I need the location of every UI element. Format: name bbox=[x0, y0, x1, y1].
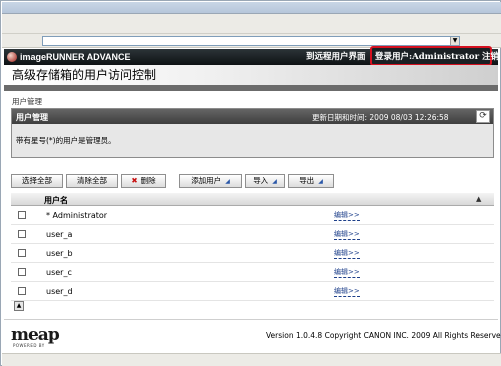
status-bar bbox=[2, 353, 501, 366]
header-banner: imageRUNNER ADVANCE 到远程用户界面 登录用户:Adminis… bbox=[4, 46, 499, 66]
web-page: imageRUNNER ADVANCE 到远程用户界面 登录用户:Adminis… bbox=[4, 46, 501, 365]
table-row: * Administrator 编辑>> bbox=[11, 206, 494, 225]
import-button[interactable]: 导入 ◢ bbox=[245, 174, 285, 188]
edit-link[interactable]: 编辑>> bbox=[334, 249, 360, 259]
title-bar bbox=[2, 2, 501, 14]
table-row: user_b 编辑>> bbox=[11, 244, 494, 263]
edit-link[interactable]: 编辑>> bbox=[334, 268, 360, 278]
table-row: user_a 编辑>> bbox=[11, 225, 494, 244]
table-row: user_d 编辑>> bbox=[11, 282, 494, 301]
username: * Administrator bbox=[46, 211, 108, 220]
dropdown-arrow-icon[interactable]: ▼ bbox=[450, 37, 459, 45]
dropdown-arrow-icon: ◢ bbox=[225, 178, 230, 185]
product-name: imageRUNNER ADVANCE bbox=[20, 52, 131, 62]
delete-x-icon: ✖ bbox=[131, 176, 138, 185]
address-input[interactable]: ▼ bbox=[42, 36, 460, 46]
table-row: user_c 编辑>> bbox=[11, 263, 494, 282]
page-title: 高级存储箱的用户访问控制 bbox=[12, 68, 157, 82]
username: user_b bbox=[46, 249, 73, 258]
delete-button[interactable]: ✖ 删除 bbox=[121, 174, 166, 188]
login-user-logout[interactable]: 登录用户:Administrator 注销 bbox=[375, 51, 499, 63]
row-checkbox[interactable] bbox=[18, 230, 26, 238]
user-management-panel: 用户管理 更新日期和时间: 2009 08/03 12:26:58 ⟳ 带有星号… bbox=[11, 108, 494, 158]
browser-window: ▼ imageRUNNER ADVANCE 到远程用户界面 登录用户:Admin… bbox=[0, 0, 501, 366]
dropdown-arrow-icon: ◢ bbox=[272, 178, 277, 185]
clear-all-button[interactable]: 清除全部 bbox=[66, 174, 118, 188]
panel-title: 用户管理 bbox=[16, 113, 48, 122]
canon-logo-icon bbox=[7, 52, 17, 62]
title-strip: 高级存储箱的用户访问控制 bbox=[4, 65, 498, 85]
table-header: 用户名 ▲ bbox=[11, 193, 494, 206]
select-all-button[interactable]: 选择全部 bbox=[11, 174, 63, 188]
username: user_c bbox=[46, 268, 72, 277]
edit-link[interactable]: 编辑>> bbox=[334, 287, 360, 297]
footer-divider bbox=[4, 319, 498, 320]
admin-note: 带有星号(*)的用户是管理员。 bbox=[16, 136, 116, 145]
refresh-icon[interactable]: ⟳ bbox=[476, 110, 490, 123]
browser-toolbar bbox=[2, 14, 501, 34]
updated-timestamp: 更新日期和时间: 2009 08/03 12:26:58 bbox=[312, 113, 449, 122]
login-user-box: 登录用户:Administrator 注销 bbox=[370, 46, 499, 66]
edit-link[interactable]: 编辑>> bbox=[334, 230, 360, 240]
username: user_d bbox=[46, 287, 73, 296]
panel-header: 用户管理 更新日期和时间: 2009 08/03 12:26:58 ⟳ bbox=[12, 109, 493, 124]
dropdown-arrow-icon: ◢ bbox=[318, 178, 323, 185]
sort-up-icon[interactable]: ▲ bbox=[476, 195, 481, 203]
edit-link[interactable]: 编辑>> bbox=[334, 211, 360, 221]
meap-logo: meap bbox=[11, 325, 60, 345]
row-checkbox[interactable] bbox=[18, 287, 26, 295]
row-checkbox[interactable] bbox=[18, 268, 26, 276]
divider-strip bbox=[4, 85, 498, 91]
export-button[interactable]: 导出 ◢ bbox=[288, 174, 334, 188]
column-username[interactable]: 用户名 bbox=[44, 195, 68, 206]
remote-ui-link[interactable]: 到远程用户界面 bbox=[306, 51, 366, 63]
breadcrumb: 用户管理 bbox=[12, 97, 42, 106]
scroll-to-top-icon[interactable]: ▲ bbox=[14, 301, 24, 311]
copyright-text: Version 1.0.4.8 Copyright CANON INC. 200… bbox=[266, 331, 501, 340]
add-user-button[interactable]: 添加用户 ◢ bbox=[179, 174, 242, 188]
row-checkbox[interactable] bbox=[18, 211, 26, 219]
username: user_a bbox=[46, 230, 73, 239]
row-checkbox[interactable] bbox=[18, 249, 26, 257]
meap-logo-subtitle: POWERED BY bbox=[13, 343, 45, 348]
